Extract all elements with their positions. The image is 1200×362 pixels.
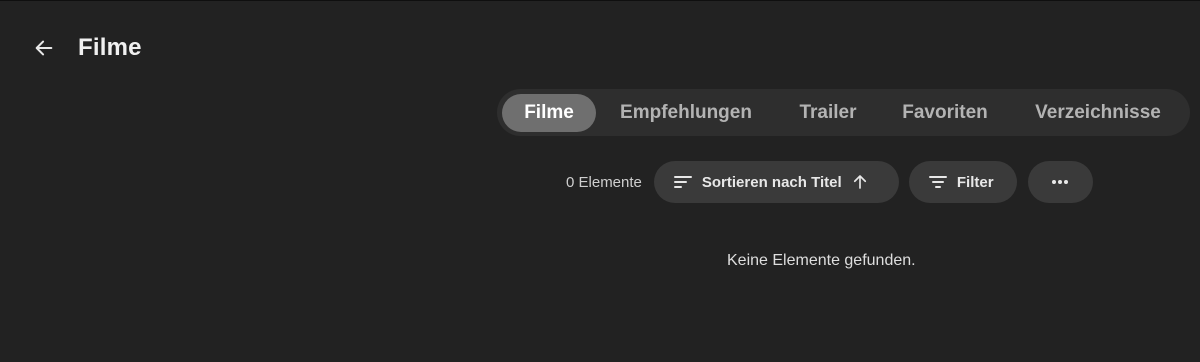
tab-empfehlungen[interactable]: Empfehlungen <box>596 94 776 132</box>
sort-lines-icon <box>673 176 692 188</box>
arrow-left-icon <box>35 40 53 56</box>
sort-label: Sortieren nach Titel <box>701 173 842 191</box>
page-title: Filme <box>78 34 142 61</box>
top-divider <box>0 0 1200 1</box>
more-horizontal-icon <box>1052 180 1069 184</box>
back-button[interactable] <box>28 32 60 64</box>
arrow-up-icon <box>853 175 866 189</box>
tab-filme[interactable]: Filme <box>502 93 596 132</box>
filter-button[interactable]: Filter <box>908 161 1017 203</box>
tab-bar: Filme Empfehlungen Trailer Favoriten Ver… <box>497 89 1190 136</box>
list-toolbar: 0 Elemente Sortieren nach Titel Filter <box>566 161 1093 203</box>
filter-icon <box>928 176 947 188</box>
tab-verzeichnisse[interactable]: Verzeichnisse <box>1010 94 1186 132</box>
filter-label: Filter <box>956 173 994 191</box>
page-header: Filme <box>28 30 142 66</box>
empty-state-message: Keine Elemente gefunden. <box>727 252 916 269</box>
tab-favoriten[interactable]: Favoriten <box>880 94 1010 132</box>
tab-trailer[interactable]: Trailer <box>776 94 880 132</box>
more-button[interactable] <box>1027 161 1093 203</box>
item-count: 0 Elemente <box>566 173 642 191</box>
sort-button[interactable]: Sortieren nach Titel <box>653 161 899 203</box>
